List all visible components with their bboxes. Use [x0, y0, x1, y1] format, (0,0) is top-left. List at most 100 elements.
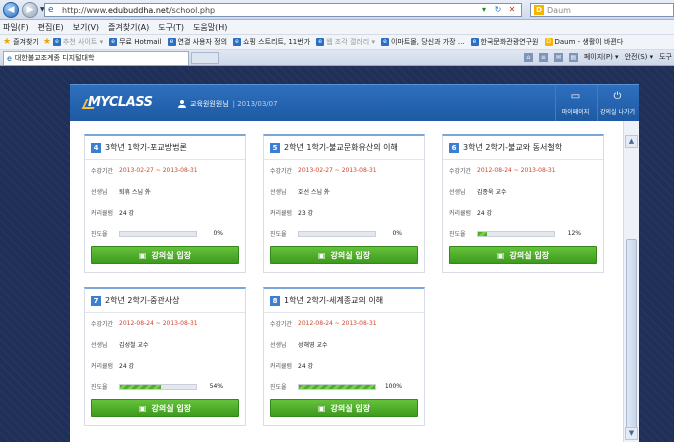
course-title[interactable]: 6 3학년 2학기-불교와 동서철학	[443, 136, 603, 160]
curriculum-label: 커리큘럼	[91, 210, 114, 217]
menu-favorites[interactable]: 즐겨찾기(A)	[108, 22, 149, 33]
address-toolbar: ◀ ▶ ▼ e http://www.edubuddha.net/school.…	[0, 0, 674, 20]
period-value: 2012-08-24 ~ 2013-08-31	[119, 320, 198, 327]
home-icon[interactable]: ⌂	[523, 52, 533, 62]
scrollbar[interactable]: ▲ ▼	[623, 121, 639, 442]
teacher-row: 선생님 김종욱 교수	[443, 181, 603, 202]
course-title[interactable]: 5 2학년 1학기-불교문화유산의 이해	[264, 136, 424, 160]
mypage-button[interactable]: ▭ 마이페이지	[555, 85, 595, 121]
enter-classroom-button[interactable]: ▣ 강의실 입장	[91, 246, 239, 264]
address-field[interactable]: e http://www.edubuddha.net/school.php	[44, 3, 522, 17]
back-icon[interactable]: ◀	[3, 1, 19, 18]
progress-percent: 54%	[209, 383, 223, 390]
tab-current[interactable]: e 대한불교조계종 디지털대학	[3, 50, 189, 65]
compat-view-icon[interactable]: ▾	[478, 4, 490, 16]
refresh-icon[interactable]: ↻	[492, 4, 504, 16]
stop-icon[interactable]: ✕	[506, 4, 518, 16]
search-field[interactable]: D Daum	[530, 3, 674, 17]
favorite-link[interactable]: D Daum - 생활이 바뀐다	[544, 37, 623, 47]
teacher-row: 선생님 퇴휴 스님 外	[85, 181, 245, 202]
favorite-link[interactable]: e웹 조각 갤러리 ▾	[316, 37, 375, 47]
scroll-thumb[interactable]	[626, 239, 637, 439]
course-number-badge: 6	[449, 142, 459, 153]
favorite-link[interactable]: e 연결 사용자 정의	[167, 37, 227, 47]
command-bar: ⌂ ≡ ✉ ▤ 페이지(P) ▾ 안전(S) ▾ 도구	[518, 52, 672, 62]
course-title[interactable]: 8 1학년 2학기-세계종교의 이해	[264, 289, 424, 313]
curriculum-label: 커리큘럼	[270, 210, 293, 217]
teacher-label: 선생님	[270, 189, 287, 196]
period-row: 수강기간 2013-02-27 ~ 2013-08-31	[85, 160, 245, 181]
favorites-button[interactable]: 즐겨찾기	[13, 37, 39, 47]
ie-page-icon: e	[7, 53, 12, 63]
print-icon[interactable]: ▤	[568, 52, 578, 62]
mail-icon[interactable]: ✉	[553, 52, 563, 62]
menu-view[interactable]: 보기(V)	[73, 22, 99, 33]
teacher-row: 선생님 김성철 교수	[85, 334, 245, 355]
safety-menu[interactable]: 안전(S) ▾	[625, 52, 654, 62]
curriculum-value: 23 강	[298, 210, 314, 217]
progress-row: 진도율 0%	[85, 223, 245, 244]
progress-bar	[298, 383, 376, 390]
address-text: http://www.edubuddha.net/school.php	[62, 5, 216, 15]
scroll-down-icon[interactable]: ▼	[625, 427, 638, 440]
progress-label: 진도율	[270, 231, 287, 238]
user-info: 교육원원원님 | 2013/03/07	[178, 99, 278, 109]
teacher-value: 성해영 교수	[298, 342, 328, 349]
ie-page-icon: e	[316, 38, 325, 46]
teacher-value: 김성철 교수	[119, 342, 149, 349]
scroll-up-icon[interactable]: ▲	[625, 135, 638, 148]
menu-edit[interactable]: 편집(E)	[38, 22, 64, 33]
favorite-link[interactable]: e 추천 사이트 ▾	[52, 37, 103, 47]
page-menu[interactable]: 페이지(P) ▾	[584, 52, 619, 62]
enter-classroom-button[interactable]: ▣ 강의실 입장	[449, 246, 597, 264]
add-favorite-icon[interactable]: ★	[43, 37, 51, 47]
enter-classroom-button[interactable]: ▣ 강의실 입장	[270, 246, 418, 264]
curriculum-label: 커리큘럼	[270, 363, 293, 370]
menu-help[interactable]: 도움말(H)	[193, 22, 227, 33]
curriculum-row: 커리큘럼 24 강	[264, 355, 424, 376]
progress-bar	[119, 230, 197, 237]
myclass-logo[interactable]: MYCLASS	[81, 95, 153, 110]
teacher-value: 퇴휴 스님 外	[119, 189, 151, 196]
logout-button[interactable]: ⏻ 강의실 나가기	[597, 85, 637, 121]
web-page: MYCLASS 교육원원원님 | 2013/03/07 ▭ 마이페이지 ⏻ 강의…	[0, 67, 674, 442]
curriculum-value: 24 강	[119, 210, 135, 217]
progress-label: 진도율	[91, 231, 108, 238]
favorite-link[interactable]: e 한국문화관광연구원	[470, 37, 539, 47]
star-icon: ★	[3, 37, 12, 47]
course-number-badge: 5	[270, 142, 280, 153]
course-title[interactable]: 7 2학년 2학기-중관사상	[85, 289, 245, 313]
course-card: 4 3학년 1학기-포교방법론수강기간 2013-02-27 ~ 2013-08-3…	[84, 134, 246, 273]
favorite-link[interactable]: e 무료 Hotmail	[109, 37, 162, 47]
period-label: 수강기간	[449, 168, 472, 175]
progress-percent: 12%	[567, 230, 581, 237]
myclass-header: MYCLASS 교육원원원님 | 2013/03/07 ▭ 마이페이지 ⏻ 강의…	[70, 84, 639, 121]
enter-classroom-button[interactable]: ▣ 강의실 입장	[91, 399, 239, 417]
period-label: 수강기간	[270, 321, 293, 328]
course-number-badge: 4	[91, 142, 101, 153]
course-title-text: 3학년 1학기-포교방법론	[105, 143, 187, 152]
progress-label: 진도율	[449, 231, 466, 238]
period-row: 수강기간 2012-08-24 ~ 2013-08-31	[85, 313, 245, 334]
forward-icon[interactable]: ▶	[22, 1, 38, 18]
enter-classroom-button[interactable]: ▣ 강의실 입장	[270, 399, 418, 417]
daum-search-icon: D	[534, 5, 544, 15]
menu-file[interactable]: 파일(F)	[3, 22, 29, 33]
period-value: 2013-02-27 ~ 2013-08-31	[119, 167, 198, 174]
curriculum-row: 커리큘럼 24 강	[443, 202, 603, 223]
period-row: 수강기간 2012-08-24 ~ 2013-08-31	[264, 313, 424, 334]
new-tab-button[interactable]	[191, 51, 219, 64]
favorite-link[interactable]: e 쇼핑 스트리트, 11번가	[233, 37, 310, 47]
tools-menu[interactable]: 도구	[659, 52, 672, 62]
power-icon: ⏻	[613, 91, 622, 102]
feeds-icon[interactable]: ≡	[538, 52, 548, 62]
period-row: 수강기간 2013-02-27 ~ 2013-08-31	[264, 160, 424, 181]
course-card: 8 1학년 2학기-세계종교의 이해 수강기간 2012-08-24 ~ 2013-0…	[263, 287, 425, 426]
course-title[interactable]: 4 3학년 1학기-포교방법론	[85, 136, 245, 160]
teacher-label: 선생님	[449, 189, 466, 196]
progress-percent: 0%	[213, 230, 223, 237]
teacher-label: 선생님	[270, 342, 287, 349]
menu-tools[interactable]: 도구(T)	[158, 22, 184, 33]
favorite-link[interactable]: e 이마트몰, 당신과 가장 ...	[380, 37, 465, 47]
curriculum-row: 커리큘럼 24 강	[85, 202, 245, 223]
